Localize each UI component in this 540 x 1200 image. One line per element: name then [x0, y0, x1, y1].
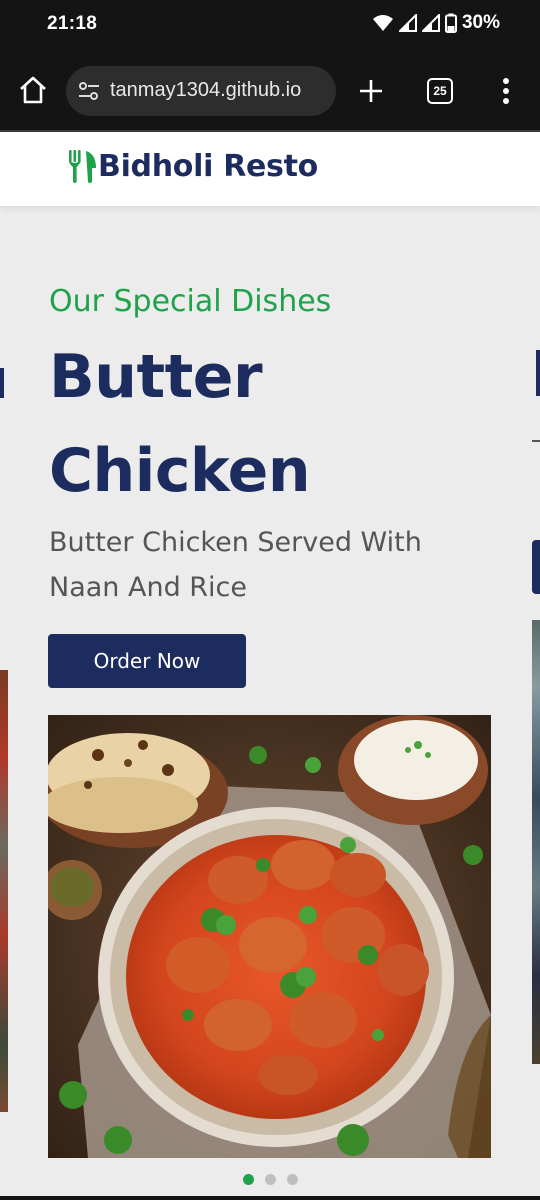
dish-title: Butter Chicken [49, 342, 311, 506]
section-subtitle: Our Special Dishes [49, 284, 332, 319]
signal-icon-2 [421, 14, 440, 32]
site-header: Bidholi Resto [0, 130, 540, 206]
address-bar[interactable]: tanmay1304.github.io [66, 66, 336, 116]
next-slide-title-edge [536, 350, 540, 396]
next-slide-subtitle-edge [532, 292, 540, 318]
previous-slide-title-edge [0, 368, 4, 398]
fork-knife-icon [69, 150, 96, 183]
kebab-menu-icon[interactable] [502, 78, 510, 104]
previous-slide-image-edge[interactable] [0, 670, 8, 1112]
status-bar: 21:18 30% [0, 0, 540, 52]
browser-toolbar: tanmay1304.github.io 25 [0, 52, 540, 130]
navigation-bar [0, 1196, 540, 1200]
carousel-dot-1[interactable] [243, 1174, 254, 1185]
wifi-icon [372, 15, 393, 31]
status-icons: 30% [372, 12, 500, 34]
tune-icon[interactable] [78, 81, 100, 101]
plus-icon[interactable] [358, 78, 384, 104]
url-text: tanmay1304.github.io [110, 79, 302, 101]
next-slide-button-edge[interactable] [532, 540, 540, 594]
tab-switcher-icon[interactable]: 25 [427, 78, 453, 104]
carousel-dot-3[interactable] [287, 1174, 298, 1185]
next-slide-text-edge [532, 440, 540, 442]
signal-icon [398, 14, 417, 32]
brand-logo[interactable]: Bidholi Resto [68, 148, 318, 184]
carousel-pagination [243, 1174, 298, 1185]
butter-chicken-image [48, 715, 491, 1158]
battery-percentage: 30% [461, 12, 500, 33]
dish-description: Butter Chicken Served With Naan And Rice [49, 527, 422, 603]
order-now-button[interactable]: Order Now [48, 634, 246, 688]
home-icon[interactable] [18, 75, 48, 105]
next-slide-desc-edge [532, 480, 540, 506]
status-time: 21:18 [47, 13, 98, 34]
brand-name: Bidholi Resto [98, 148, 318, 184]
battery-icon [444, 13, 457, 33]
carousel-dot-2[interactable] [265, 1174, 276, 1185]
next-slide-image-edge[interactable] [532, 620, 540, 1064]
